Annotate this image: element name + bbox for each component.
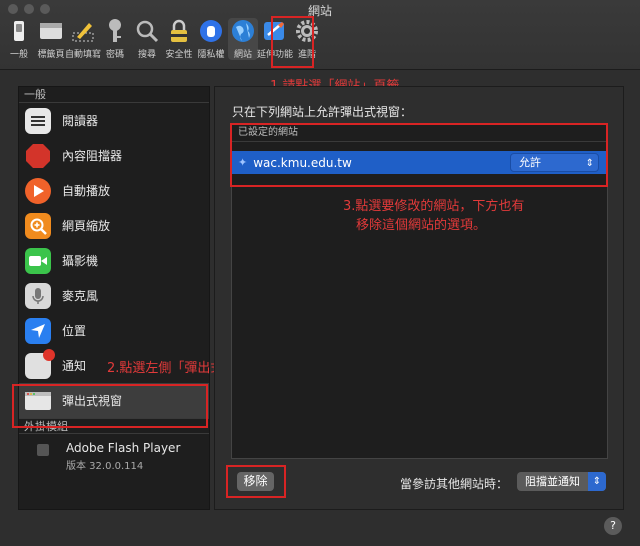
lock-icon [166, 18, 192, 44]
plugin-item-flash[interactable]: Adobe Flash Player 版本 32.0.0.114 [19, 434, 209, 472]
key-icon [102, 18, 128, 44]
sidebar-item-reader[interactable]: 閱讀器 [19, 103, 209, 138]
globe-icon [230, 18, 256, 44]
location-icon [25, 317, 51, 344]
sidebar-item-content-blockers[interactable]: 內容阻擋器 [19, 138, 209, 173]
sidebar: 一般 閱讀器 內容阻擋器 自動播放 網頁縮放 攝影機 麥克風 位置 通知 彈出式… [18, 86, 210, 510]
sidebar-item-autoplay[interactable]: 自動播放 [19, 173, 209, 208]
reader-icon [25, 107, 51, 134]
highlight-websites-tab [271, 16, 314, 68]
tab-search[interactable]: 搜尋 [132, 18, 162, 60]
camera-icon [25, 247, 51, 274]
section-general: 一般 [19, 87, 209, 103]
tab-privacy[interactable]: 隱私權 [196, 18, 226, 60]
plugin-version: 版本 32.0.0.114 [66, 461, 144, 472]
highlight-remove-button [226, 465, 286, 498]
tab-websites[interactable]: 網站 [228, 18, 258, 60]
plugin-name: Adobe Flash Player [66, 441, 181, 455]
switch-icon [6, 18, 32, 44]
window-title: 網站 [307, 4, 332, 18]
tabs-icon [38, 18, 64, 44]
search-icon [134, 18, 160, 44]
play-icon [25, 177, 51, 204]
pencil-icon [70, 18, 96, 44]
tab-autofill[interactable]: 自動填寫 [65, 18, 101, 60]
stop-sign-icon [25, 143, 51, 169]
highlight-popup-item [12, 384, 208, 428]
preferences-window: 網站 一般 標籤頁 自動填寫 密碼 搜尋 安全性 隱私權 網站 延伸功能 進階 … [0, 0, 640, 546]
other-sites-select[interactable]: 阻擋並通知 ⇕ [517, 472, 606, 491]
hand-icon [198, 18, 224, 44]
annotation-step3-line1: 3.點選要修改的網站，下方也有 [343, 199, 525, 214]
sidebar-item-camera[interactable]: 攝影機 [19, 243, 209, 278]
zoom-icon [25, 212, 51, 239]
tab-passwords[interactable]: 密碼 [100, 18, 130, 60]
sidebar-item-location[interactable]: 位置 [19, 313, 209, 348]
annotation-step3-line2: 移除這個網站的選項。 [356, 218, 487, 233]
highlight-site-row [230, 123, 608, 187]
plugin-checkbox[interactable] [37, 444, 49, 456]
sidebar-item-page-zoom[interactable]: 網頁縮放 [19, 208, 209, 243]
notification-icon [25, 348, 55, 379]
tab-tabs[interactable]: 標籤頁 [36, 18, 66, 60]
panel-caption: 只在下列網站上允許彈出式視窗： [232, 105, 413, 119]
chevron-updown-icon: ⇕ [588, 472, 606, 491]
tab-security[interactable]: 安全性 [164, 18, 194, 60]
title-bar: 網站 一般 標籤頁 自動填寫 密碼 搜尋 安全性 隱私權 網站 延伸功能 進階 [0, 0, 640, 70]
tab-general[interactable]: 一般 [4, 18, 34, 60]
help-button[interactable]: ? [604, 517, 622, 535]
microphone-icon [25, 282, 51, 309]
sidebar-item-microphone[interactable]: 麥克風 [19, 278, 209, 313]
other-sites-label: 當參訪其他網站時： [400, 477, 509, 491]
